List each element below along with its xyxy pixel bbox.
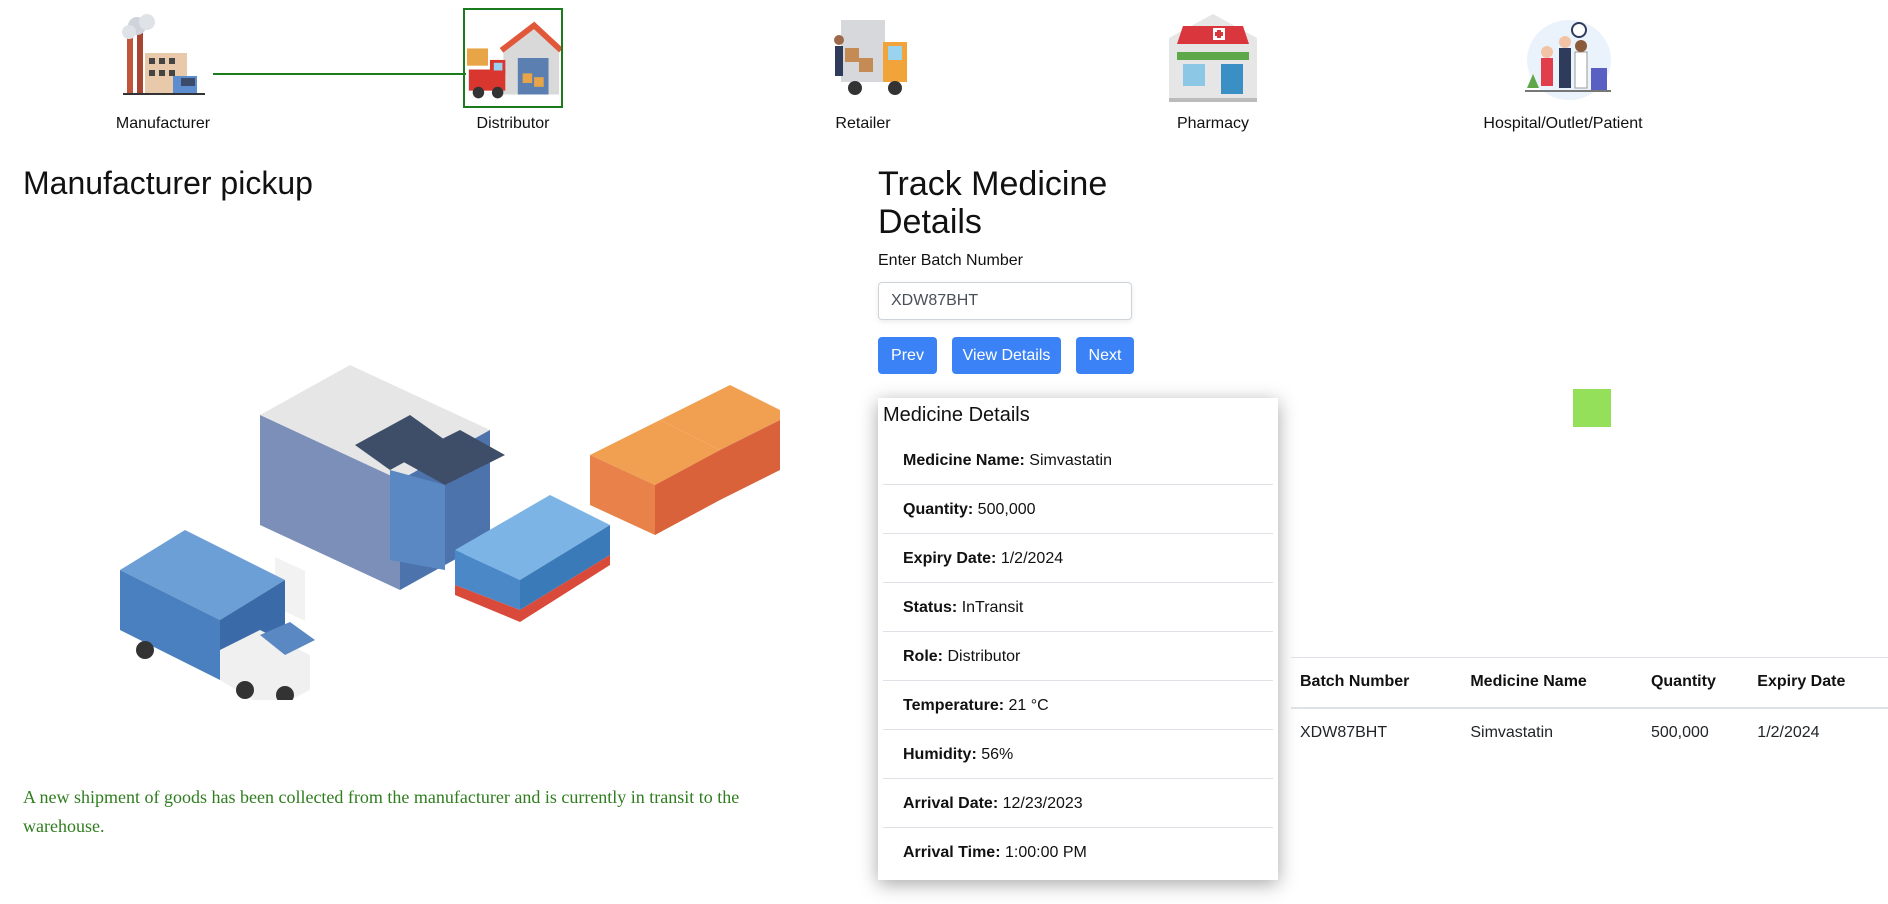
medicine-details-card: Medicine Details Medicine Name: Simvasta… (878, 398, 1278, 880)
detail-arrival-time: Arrival Time: 1:00:00 PM (883, 828, 1273, 877)
stage-connector-line (213, 73, 466, 75)
stage-label: Retailer (835, 115, 891, 132)
detail-value: 12/23/2023 (1002, 795, 1083, 812)
detail-temperature: Temperature: 21 °C (883, 681, 1273, 730)
detail-arrival-date: Arrival Date: 12/23/2023 (883, 779, 1273, 828)
detail-value: InTransit (961, 599, 1024, 616)
detail-expiry-date: Expiry Date: 1/2/2024 (883, 534, 1273, 583)
stage-label: Hospital/Outlet/Patient (1483, 115, 1643, 132)
details-title: Medicine Details (883, 404, 1030, 426)
detail-label: Role: (903, 648, 943, 665)
view-details-button[interactable]: View Details (952, 337, 1061, 374)
pharmacy-store-icon (1163, 8, 1263, 108)
detail-value: 1:00:00 PM (1004, 844, 1087, 861)
doctor-patient-icon (1517, 8, 1617, 108)
logistics-illustration (110, 360, 790, 710)
stage-label: Distributor (476, 115, 550, 132)
stage-label: Manufacturer (115, 115, 211, 132)
detail-label: Arrival Time: (903, 844, 1001, 861)
detail-label: Arrival Date: (903, 795, 999, 812)
detail-label: Status: (903, 599, 958, 616)
detail-humidity: Humidity: 56% (883, 730, 1273, 779)
detail-value: Simvastatin (1029, 452, 1112, 469)
shipment-status-message: A new shipment of goods has been collect… (23, 787, 740, 836)
detail-quantity: Quantity: 500,000 (883, 485, 1273, 534)
warehouse-delivery-icon (463, 8, 563, 108)
detail-value: 21 °C (1008, 697, 1049, 714)
factory-icon (115, 8, 215, 108)
next-button[interactable]: Next (1076, 337, 1134, 374)
condition-indicator (1573, 389, 1611, 427)
prev-button[interactable]: Prev (878, 337, 937, 374)
table-cell: XDW87BHT (1300, 724, 1388, 741)
column-header: Quantity (1641, 657, 1749, 709)
column-header: Medicine Name (1461, 657, 1642, 709)
column-header: Expiry Date (1748, 657, 1888, 709)
detail-status: Status: InTransit (883, 583, 1273, 632)
detail-label: Quantity: (903, 501, 974, 518)
delivery-truck-icon (823, 8, 923, 108)
page-title: Manufacturer pickup (23, 165, 313, 201)
details-list: Medicine Name: Simvastatin Quantity: 500… (883, 436, 1273, 877)
table-cell: 1/2/2024 (1757, 724, 1820, 741)
table-cell: 500,000 (1650, 724, 1709, 741)
detail-role: Role: Distributor (883, 632, 1273, 681)
detail-label: Medicine Name: (903, 452, 1025, 469)
detail-value: 500,000 (977, 501, 1036, 518)
detail-label: Humidity: (903, 746, 977, 763)
batch-number-input[interactable] (878, 282, 1132, 320)
track-heading: Track Medicine Details (878, 165, 1108, 241)
detail-value: 56% (981, 746, 1014, 763)
detail-label: Temperature: (903, 697, 1005, 714)
batch-number-label: Enter Batch Number (878, 252, 1023, 269)
table-cell: Simvastatin (1470, 724, 1554, 741)
table-header-row: Batch Number Medicine Name Quantity Expi… (1291, 657, 1888, 709)
detail-label: Expiry Date: (903, 550, 997, 567)
detail-value: Distributor (947, 648, 1021, 665)
batch-table: Batch Number Medicine Name Quantity Expi… (1291, 657, 1888, 758)
stage-label: Pharmacy (1176, 115, 1250, 132)
detail-value: 1/2/2024 (1000, 550, 1064, 567)
column-header: Batch Number (1291, 657, 1462, 709)
table-row[interactable]: XDW87BHT Simvastatin 500,000 1/2/2024 (1291, 708, 1888, 758)
detail-medicine-name: Medicine Name: Simvastatin (883, 436, 1273, 485)
